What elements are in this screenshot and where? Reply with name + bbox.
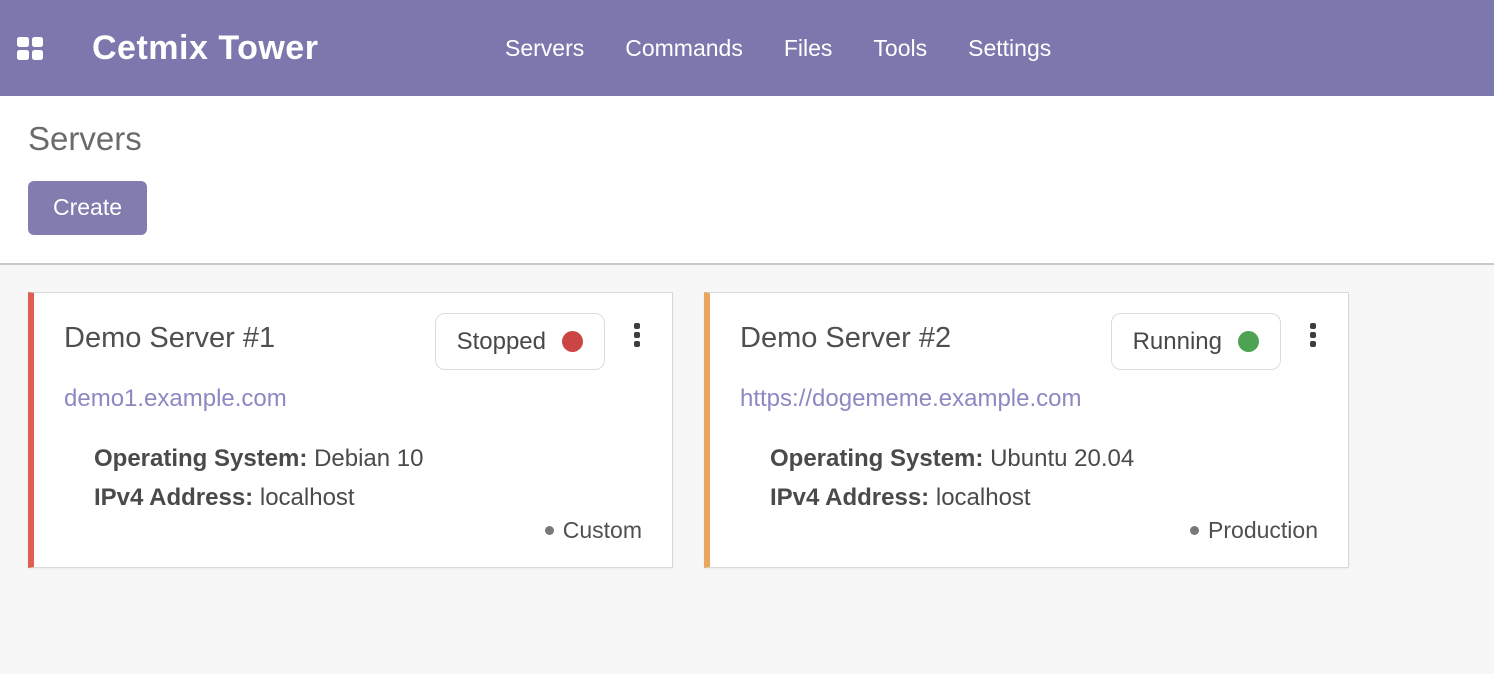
status-dot-icon — [1238, 331, 1259, 352]
field-label: Operating System: — [94, 445, 307, 472]
nav-item-files[interactable]: Files — [784, 35, 833, 62]
field-row: IPv4 Address: localhost — [94, 478, 642, 517]
server-name: Demo Server #1 — [64, 322, 275, 355]
apps-grid-icon[interactable] — [17, 37, 43, 60]
top-navbar: Cetmix Tower Servers Commands Files Tool… — [0, 0, 1494, 96]
field-value: localhost — [936, 484, 1031, 511]
server-details: Operating System: Ubuntu 20.04 IPv4 Addr… — [740, 439, 1318, 517]
page-header: Servers Create — [0, 96, 1494, 265]
kebab-menu-icon[interactable] — [632, 321, 642, 349]
kebab-dot — [634, 341, 640, 347]
tag-label: Custom — [563, 517, 642, 544]
kanban-view: Demo Server #1 Stopped demo1.example.com… — [0, 265, 1494, 674]
status-badge[interactable]: Stopped — [435, 313, 605, 370]
nav-item-servers[interactable]: Servers — [505, 35, 584, 62]
grid-square — [32, 37, 44, 47]
card-header: Demo Server #1 Stopped — [64, 313, 642, 370]
grid-square — [32, 50, 44, 60]
field-value: localhost — [260, 484, 355, 511]
kebab-menu-icon[interactable] — [1308, 321, 1318, 349]
app-brand[interactable]: Cetmix Tower — [92, 29, 318, 68]
tag-label: Production — [1208, 517, 1318, 544]
kebab-dot — [634, 332, 640, 338]
kebab-dot — [634, 323, 640, 329]
create-button[interactable]: Create — [28, 181, 147, 235]
server-card[interactable]: Demo Server #2 Running https://dogememe.… — [704, 292, 1349, 568]
nav-item-tools[interactable]: Tools — [873, 35, 927, 62]
server-tag: Custom — [545, 517, 642, 544]
field-label: Operating System: — [770, 445, 983, 472]
kebab-dot — [1310, 323, 1316, 329]
card-header: Demo Server #2 Running — [740, 313, 1318, 370]
page-title: Servers — [28, 96, 1494, 158]
nav-item-commands[interactable]: Commands — [625, 35, 743, 62]
grid-square — [17, 50, 29, 60]
main-menu: Servers Commands Files Tools Settings — [505, 0, 1051, 96]
field-label: IPv4 Address: — [94, 484, 253, 511]
server-url-link[interactable]: demo1.example.com — [64, 385, 287, 413]
kebab-dot — [1310, 332, 1316, 338]
field-label: IPv4 Address: — [770, 484, 929, 511]
status-label: Stopped — [457, 328, 546, 356]
field-value: Debian 10 — [314, 445, 423, 472]
status-badge[interactable]: Running — [1111, 313, 1281, 370]
kebab-dot — [1310, 341, 1316, 347]
field-row: IPv4 Address: localhost — [770, 478, 1318, 517]
server-name: Demo Server #2 — [740, 322, 951, 355]
grid-square — [17, 37, 29, 47]
tag-dot-icon — [545, 526, 554, 535]
server-card[interactable]: Demo Server #1 Stopped demo1.example.com… — [28, 292, 673, 568]
status-dot-icon — [562, 331, 583, 352]
status-label: Running — [1133, 328, 1222, 356]
server-tag: Production — [1190, 517, 1318, 544]
server-url-link[interactable]: https://dogememe.example.com — [740, 385, 1082, 413]
tag-dot-icon — [1190, 526, 1199, 535]
field-row: Operating System: Ubuntu 20.04 — [770, 439, 1318, 478]
nav-item-settings[interactable]: Settings — [968, 35, 1051, 62]
server-details: Operating System: Debian 10 IPv4 Address… — [64, 439, 642, 517]
field-value: Ubuntu 20.04 — [990, 445, 1134, 472]
field-row: Operating System: Debian 10 — [94, 439, 642, 478]
